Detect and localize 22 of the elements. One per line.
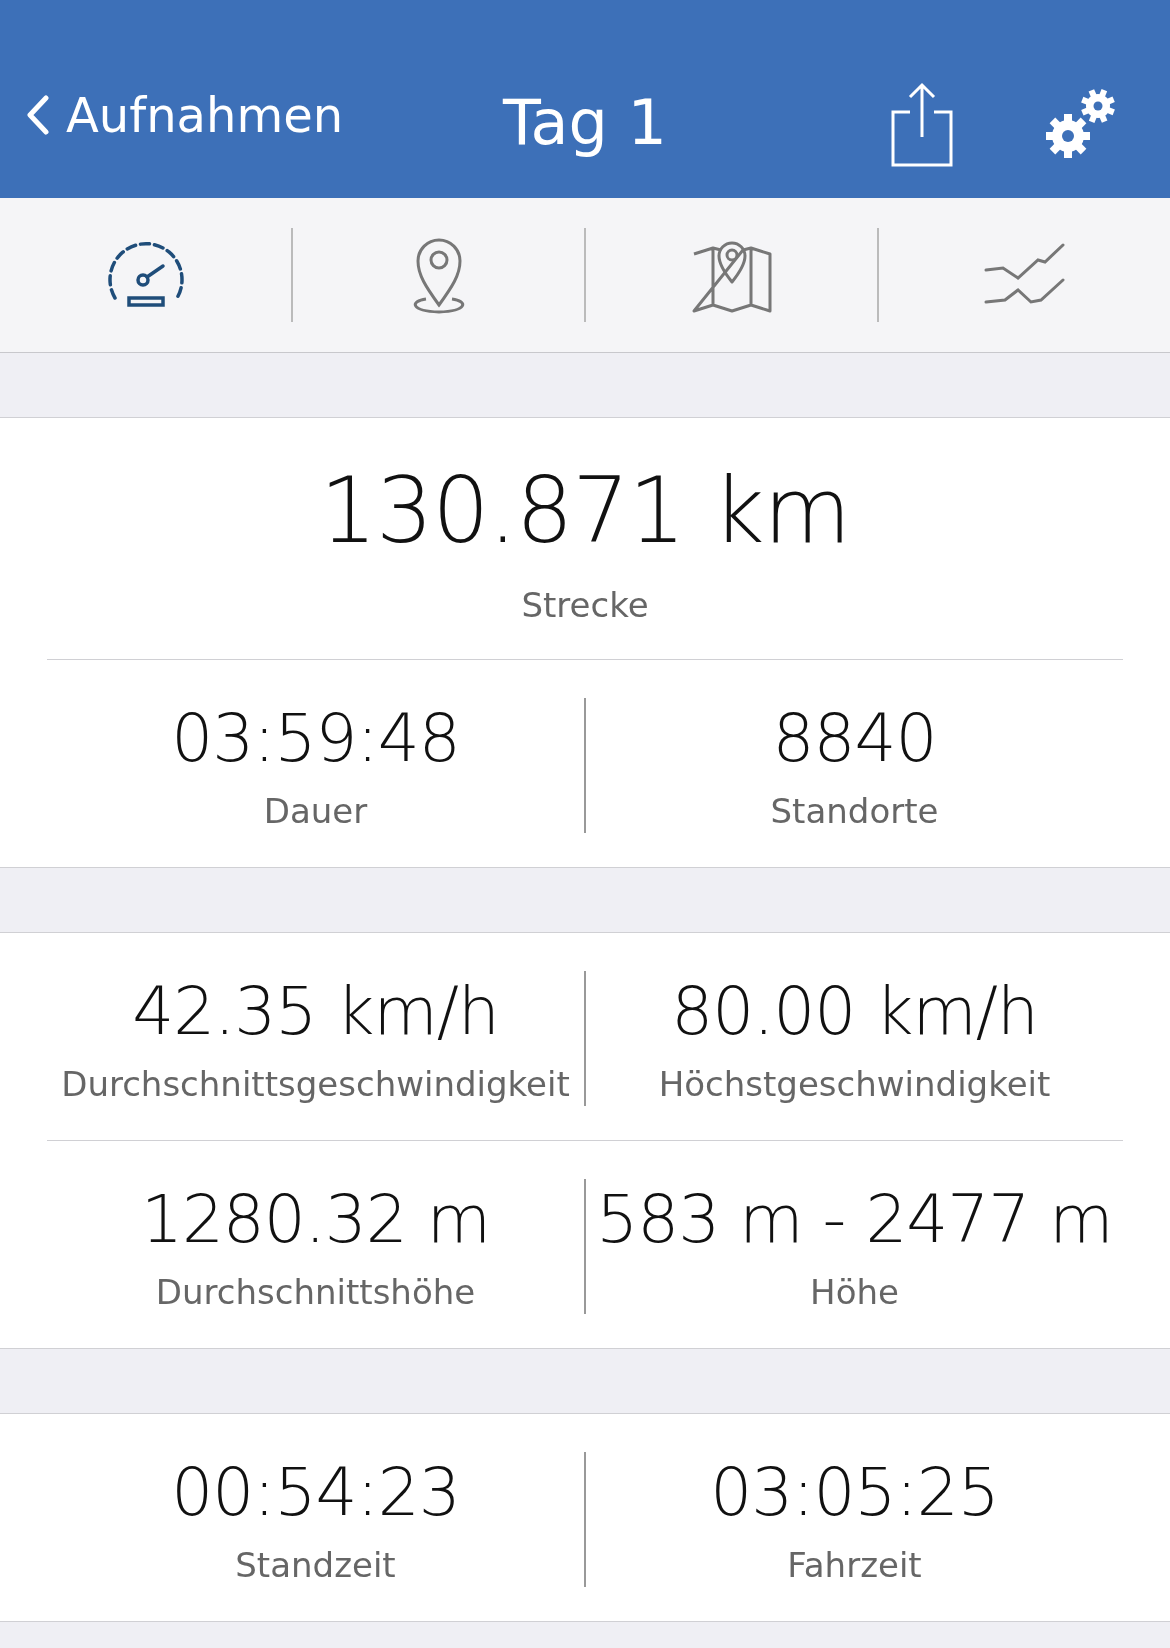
stat-value: 8840: [772, 700, 937, 777]
stat-label: Standzeit: [235, 1545, 396, 1585]
stat-label: Fahrzeit: [787, 1545, 922, 1585]
back-chevron-icon: [26, 95, 50, 135]
stat-label: Höchstgeschwindigkeit: [658, 1064, 1051, 1104]
stat-label: Standorte: [770, 791, 939, 831]
stat-label: Strecke: [521, 585, 649, 625]
stat-value: 00:54:23: [171, 1454, 460, 1531]
stat-label: Höhe: [810, 1272, 899, 1312]
stat-label: Durchschnittshöhe: [155, 1272, 476, 1312]
share-icon[interactable]: [890, 82, 954, 168]
stat-value: 130.871 km: [319, 458, 851, 563]
screen-title: Tag 1: [501, 86, 669, 159]
back-button[interactable]: Aufnahmen: [0, 87, 344, 143]
stat-value: 583 m - 2477 m: [596, 1181, 1113, 1258]
stat-value: 03:59:48: [171, 700, 460, 777]
stat-value: 42.35 km/h: [132, 973, 499, 1050]
stat-value: 1280.32 m: [140, 1181, 491, 1258]
stat-label: Durchschnittsgeschwindigkeit: [61, 1064, 570, 1104]
stat-label: Dauer: [263, 791, 368, 831]
stat-value: 03:05:25: [710, 1454, 999, 1531]
stat-value: 80.00 km/h: [671, 973, 1038, 1050]
